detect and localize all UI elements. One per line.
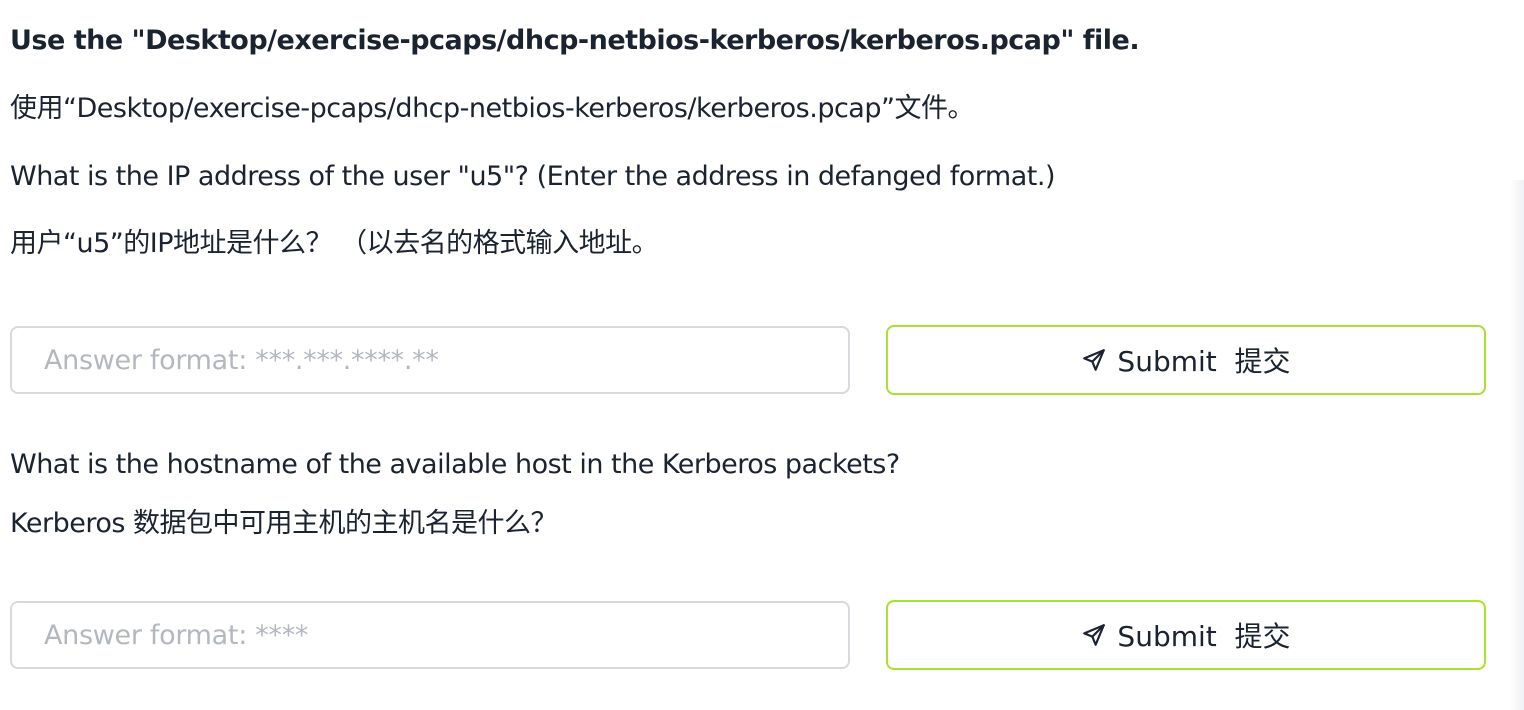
submit-2-button[interactable]: Submit 提交	[886, 600, 1486, 670]
paper-plane-icon	[1081, 347, 1107, 373]
question-1-chinese: 用户“u5”的IP地址是什么？ （以去名的格式输入地址。	[10, 228, 659, 259]
question-2-english: What is the hostname of the available ho…	[10, 449, 900, 480]
submit-2-label: Submit 提交	[1117, 620, 1291, 653]
scroll-edge-shadow	[1510, 180, 1524, 710]
question-1-english: What is the IP address of the user "u5"?…	[10, 161, 1055, 192]
question-2-chinese: Kerberos 数据包中可用主机的主机名是什么？	[10, 508, 558, 539]
paper-plane-icon	[1081, 622, 1107, 648]
submit-1-button[interactable]: Submit 提交	[886, 325, 1486, 395]
submit-1-label: Submit 提交	[1117, 345, 1291, 378]
answer-2-input[interactable]	[10, 601, 850, 669]
instruction-chinese: 使用“Desktop/exercise-pcaps/dhcp-netbios-k…	[10, 93, 974, 124]
answer-1-input[interactable]	[10, 326, 850, 394]
task-page: Use the "Desktop/exercise-pcaps/dhcp-net…	[0, 0, 1524, 710]
instruction-english: Use the "Desktop/exercise-pcaps/dhcp-net…	[10, 25, 1140, 56]
